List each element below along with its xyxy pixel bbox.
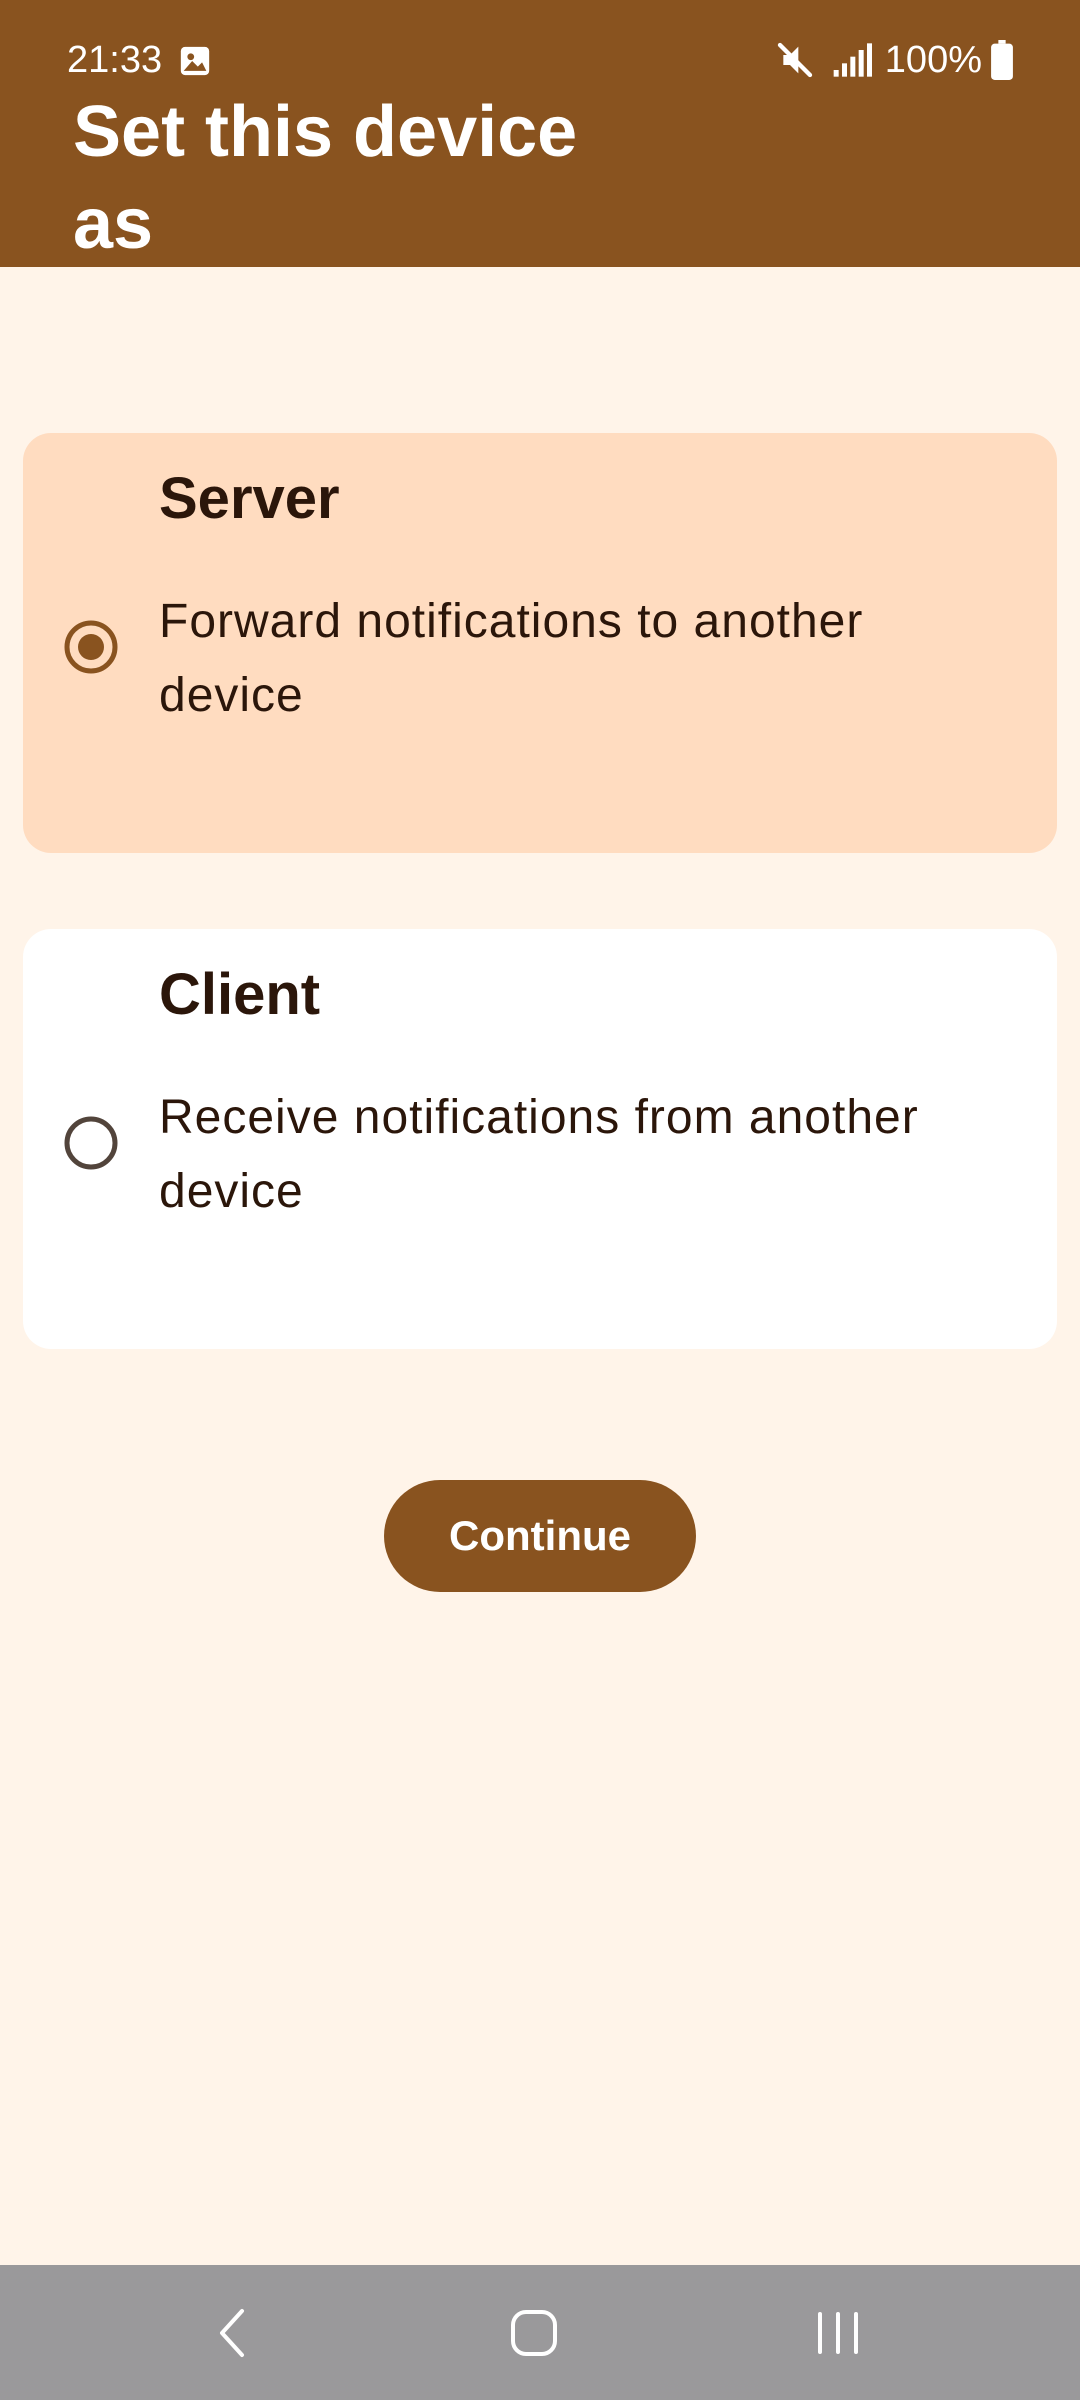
- image-icon: [180, 46, 210, 76]
- option-title: Server: [159, 466, 340, 531]
- option-title: Client: [159, 962, 321, 1027]
- option-description: Receive notifications from another devic…: [159, 1091, 919, 1218]
- battery-percentage: 100%: [884, 39, 982, 81]
- battery-icon: [991, 40, 1013, 80]
- radio-selected-icon[interactable]: [63, 619, 119, 675]
- back-icon: [220, 2308, 244, 2357]
- radio-unselected-icon[interactable]: [63, 1115, 119, 1171]
- status-time: 21:33: [67, 39, 163, 81]
- mute-icon: [777, 42, 812, 78]
- status-indicators: 100%: [775, 38, 1014, 82]
- home-icon: [511, 2309, 557, 2356]
- signal-icon: [833, 43, 872, 77]
- continue-button[interactable]: Continue: [384, 1480, 696, 1592]
- option-card-client[interactable]: Client Receive notifications from anothe…: [23, 929, 1057, 1349]
- back-button[interactable]: [142, 2265, 322, 2400]
- navigation-bar: [0, 2265, 1080, 2400]
- recents-icon: [818, 2311, 858, 2354]
- option-description: Forward notifications to another device: [159, 595, 864, 722]
- page-title: Set this device as: [73, 92, 578, 264]
- home-button[interactable]: [444, 2265, 624, 2400]
- option-card-server[interactable]: Server Forward notifications to another …: [23, 433, 1057, 853]
- app-header: 21:33 100% Set this device as: [0, 0, 1080, 267]
- recents-button[interactable]: [748, 2265, 928, 2400]
